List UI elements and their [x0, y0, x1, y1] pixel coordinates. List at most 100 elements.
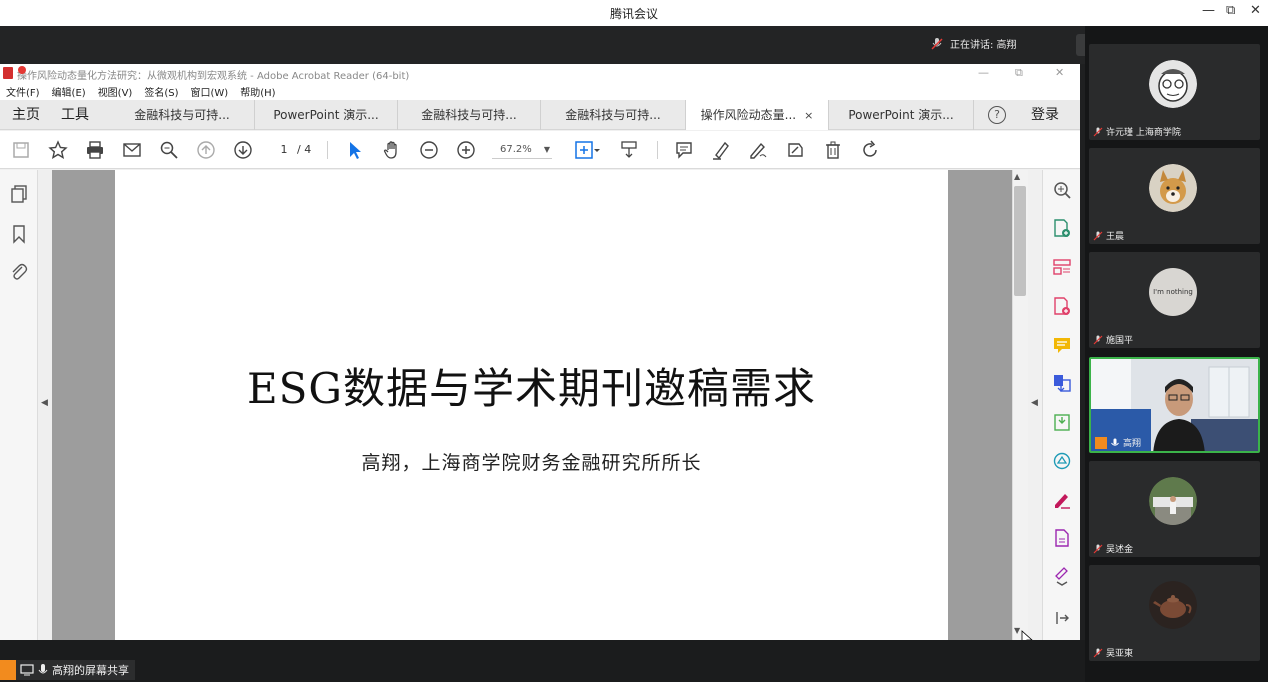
tab-label: PowerPoint 演示...: [273, 108, 379, 122]
send-for-signature-icon[interactable]: [1052, 528, 1072, 548]
combine-files-icon[interactable]: [1052, 373, 1072, 393]
toolbar-divider: [657, 141, 658, 159]
scroll-mode-icon[interactable]: [618, 139, 640, 161]
zoom-value: 67.2%: [500, 144, 532, 155]
participant-tile[interactable]: 许元瑾 上海商学院: [1089, 44, 1260, 140]
im-nothing-avatar: I'm nothing: [1149, 268, 1197, 316]
participant-name: 高翔: [1123, 439, 1142, 449]
menu-view[interactable]: 视图(V): [98, 84, 133, 99]
page-thumbnails-icon[interactable]: [9, 184, 29, 204]
page-total: / 4: [297, 143, 312, 156]
menu-sign[interactable]: 签名(S): [144, 84, 178, 99]
dog-avatar: [1149, 164, 1197, 212]
participant-tile-active-speaker[interactable]: 高翔: [1089, 357, 1260, 453]
meeting-bottom-bar: [0, 640, 1085, 682]
toolbar-divider: [327, 141, 328, 159]
participant-tile[interactable]: 吴亚東: [1089, 565, 1260, 661]
hand-tool-icon[interactable]: [381, 139, 403, 161]
highlight-icon[interactable]: [710, 139, 732, 161]
scroll-down-icon[interactable]: ▼: [1014, 626, 1020, 635]
meeting-top-strip: [0, 26, 1085, 64]
fill-and-sign-icon[interactable]: [1052, 490, 1072, 510]
comment-icon[interactable]: [673, 139, 695, 161]
left-pane-toggle-icon[interactable]: ◀: [41, 398, 48, 408]
menu-file[interactable]: 文件(F): [6, 84, 40, 99]
left-nav-pane: [0, 170, 38, 640]
acrobat-close-button[interactable]: ✕: [1055, 66, 1064, 79]
nav-tools[interactable]: 工具: [61, 100, 89, 130]
help-icon[interactable]: ?: [988, 106, 1006, 124]
acrobat-titlebar: 操作风险动态量化方法研究：从微观机构到宏观系统 - Adobe Acrobat …: [0, 64, 1080, 82]
restore-button[interactable]: ⧉: [1226, 3, 1235, 18]
zoom-in-icon[interactable]: [455, 139, 477, 161]
tab-document-2[interactable]: PowerPoint 演示...: [255, 100, 398, 130]
tab-document-4[interactable]: 金融科技与可持...: [541, 100, 686, 130]
page-down-icon[interactable]: [232, 139, 254, 161]
select-cursor-icon[interactable]: [344, 139, 366, 161]
slide-title: ESG数据与学术期刊邀稿需求: [247, 364, 816, 413]
mic-icon: [38, 664, 48, 674]
acrobat-minimize-button[interactable]: —: [978, 66, 989, 79]
menu-edit[interactable]: 编辑(E): [52, 84, 86, 99]
zoom-select[interactable]: 67.2% ▼: [492, 141, 552, 159]
scrollbar-thumb[interactable]: [1014, 186, 1026, 296]
page-up-icon[interactable]: [195, 139, 217, 161]
pdf-icon: [3, 67, 13, 79]
tab-label: PowerPoint 演示...: [848, 108, 954, 122]
participant-label: 吴亚東: [1093, 646, 1133, 659]
compress-pdf-icon[interactable]: [1052, 412, 1072, 432]
right-pane-toggle-icon[interactable]: ◀: [1031, 398, 1038, 408]
print-icon[interactable]: [84, 139, 106, 161]
minimize-button[interactable]: —: [1202, 3, 1215, 18]
fill-sign-icon[interactable]: [784, 139, 806, 161]
tab-bar: 主页 工具 金融科技与可持... PowerPoint 演示... 金融科技与可…: [0, 100, 1080, 130]
menu-window[interactable]: 窗口(W): [191, 84, 229, 99]
scroll-up-icon[interactable]: ▲: [1014, 172, 1020, 181]
search-icon[interactable]: [158, 139, 180, 161]
acrobat-restore-button[interactable]: ⧉: [1015, 66, 1023, 80]
acrobat-toolbar: 1 / 4 67.2% ▼: [0, 131, 1080, 169]
bookmark-icon[interactable]: [9, 224, 29, 244]
tab-close-icon[interactable]: ×: [804, 109, 813, 122]
collapse-pane-icon[interactable]: [1052, 608, 1072, 628]
export-pdf-icon[interactable]: [1052, 296, 1072, 316]
participant-tile[interactable]: 王晨: [1089, 148, 1260, 244]
tab-label: 金融科技与可持...: [134, 108, 230, 122]
menu-help[interactable]: 帮助(H): [240, 84, 275, 99]
participant-label: 吴述金: [1093, 542, 1133, 555]
participant-label: 高翔: [1095, 436, 1141, 449]
scan-ocr-icon[interactable]: [1052, 451, 1072, 471]
page-number-input[interactable]: 1: [270, 141, 298, 159]
attachment-icon[interactable]: [9, 262, 29, 282]
zoom-out-icon[interactable]: [418, 139, 440, 161]
cartoon-avatar: [1149, 60, 1197, 108]
tab-document-1[interactable]: 金融科技与可持...: [110, 100, 255, 130]
star-icon[interactable]: [47, 139, 69, 161]
participant-tile[interactable]: I'm nothing 施国平: [1089, 252, 1260, 348]
save-icon[interactable]: [10, 139, 32, 161]
participant-tile[interactable]: 吴述金: [1089, 461, 1260, 557]
slide-subtitle: 高翔，上海商学院财务金融研究所所长: [361, 452, 702, 474]
zoom-search-icon[interactable]: [1052, 180, 1072, 200]
host-icon: [0, 660, 16, 680]
draw-icon[interactable]: [747, 139, 769, 161]
tab-document-6[interactable]: PowerPoint 演示...: [829, 100, 974, 130]
tab-document-3[interactable]: 金融科技与可持...: [398, 100, 541, 130]
participant-label: 施国平: [1093, 333, 1133, 346]
more-tools-icon[interactable]: [1052, 566, 1072, 586]
mic-muted-icon: [1093, 127, 1103, 136]
participant-label: 许元瑾 上海商学院: [1093, 125, 1181, 138]
rotate-icon[interactable]: [859, 139, 881, 161]
create-pdf-icon[interactable]: [1052, 218, 1072, 238]
window-titlebar: 腾讯会议 — ⧉ ✕: [0, 0, 1268, 26]
delete-icon[interactable]: [822, 139, 844, 161]
email-icon[interactable]: [121, 139, 143, 161]
tab-label: 金融科技与可持...: [565, 108, 661, 122]
login-link[interactable]: 登录: [1031, 100, 1059, 130]
close-button[interactable]: ✕: [1250, 3, 1261, 18]
comment-tool-icon[interactable]: [1052, 335, 1072, 355]
nav-home[interactable]: 主页: [12, 100, 40, 130]
organize-pages-icon[interactable]: [1052, 257, 1072, 277]
tab-document-5-active[interactable]: 操作风险动态量... ×: [686, 100, 829, 130]
fit-page-icon[interactable]: [572, 139, 602, 161]
